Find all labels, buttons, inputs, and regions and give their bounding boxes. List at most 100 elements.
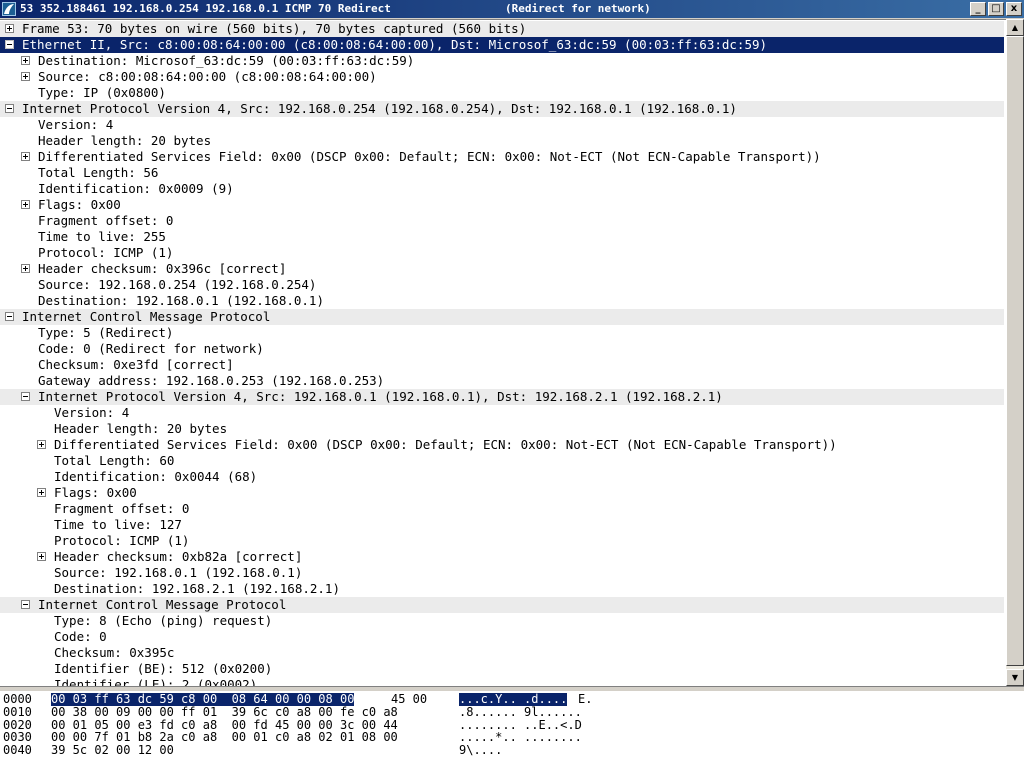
collapse-icon[interactable] [5, 104, 14, 113]
tree-row-label: Differentiated Services Field: 0x00 (DSC… [38, 149, 821, 164]
tree-row[interactable]: Header checksum: 0x396c [correct] [0, 261, 1004, 277]
scroll-up-button[interactable]: ▲ [1006, 19, 1024, 36]
tree-row[interactable]: Identification: 0x0044 (68) [0, 469, 1004, 485]
expand-icon[interactable] [37, 440, 46, 449]
tree-row-label: Header checksum: 0xb82a [correct] [54, 549, 303, 564]
tree-row[interactable]: Type: IP (0x0800) [0, 85, 1004, 101]
collapse-icon[interactable] [5, 40, 14, 49]
tree-row[interactable]: Internet Control Message Protocol [0, 597, 1004, 613]
tree-row[interactable]: Internet Protocol Version 4, Src: 192.16… [0, 389, 1004, 405]
tree-row-label: Checksum: 0x395c [54, 645, 175, 660]
tree-row[interactable]: Fragment offset: 0 [0, 501, 1004, 517]
tree-row-label: Type: IP (0x0800) [38, 85, 166, 100]
tree-row-label: Identification: 0x0044 (68) [54, 469, 258, 484]
tree-row[interactable]: Source: c8:00:08:64:00:00 (c8:00:08:64:0… [0, 69, 1004, 85]
tree-row-label: Ethernet II, Src: c8:00:08:64:00:00 (c8:… [22, 37, 768, 52]
hex-bytes: 00 38 00 09 00 00 ff 01 39 6c c0 a8 00 f… [51, 704, 398, 719]
tree-row-label: Flags: 0x00 [54, 485, 137, 500]
tree-row-label: Destination: 192.168.0.1 (192.168.0.1) [38, 293, 324, 308]
tree-row-label: Source: 192.168.0.1 (192.168.0.1) [54, 565, 303, 580]
tree-row[interactable]: Flags: 0x00 [0, 197, 1004, 213]
scroll-down-button[interactable]: ▼ [1006, 669, 1024, 686]
tree-row-label: Header checksum: 0x396c [correct] [38, 261, 287, 276]
tree-scrollbar[interactable]: ▲ ▼ [1006, 19, 1024, 686]
tree-row-label: Type: 5 (Redirect) [38, 325, 174, 340]
maximize-button[interactable]: □ [988, 2, 1004, 16]
tree-row[interactable]: Version: 4 [0, 117, 1004, 133]
tree-row[interactable]: Source: 192.168.0.254 (192.168.0.254) [0, 277, 1004, 293]
tree-row[interactable]: Identifier (LE): 2 (0x0002) [0, 677, 1004, 686]
tree-row-label: Identifier (BE): 512 (0x0200) [54, 661, 273, 676]
tree-row[interactable]: Code: 0 [0, 629, 1004, 645]
tree-row[interactable]: Frame 53: 70 bytes on wire (560 bits), 7… [0, 21, 1004, 37]
tree-row[interactable]: Source: 192.168.0.1 (192.168.0.1) [0, 565, 1004, 581]
tree-row-label: Source: 192.168.0.254 (192.168.0.254) [38, 277, 317, 292]
tree-row-label: Internet Control Message Protocol [38, 597, 287, 612]
tree-row-label: Code: 0 (Redirect for network) [38, 341, 264, 356]
tree-row[interactable]: Gateway address: 192.168.0.253 (192.168.… [0, 373, 1004, 389]
tree-row[interactable]: Protocol: ICMP (1) [0, 533, 1004, 549]
expand-icon[interactable] [21, 72, 30, 81]
tree-row-label: Header length: 20 bytes [54, 421, 228, 436]
wireshark-fin-icon [2, 2, 16, 16]
ascii-bytes: 9\.... [459, 743, 503, 758]
tree-row-label: Differentiated Services Field: 0x00 (DSC… [54, 437, 837, 452]
tree-row-label: Frame 53: 70 bytes on wire (560 bits), 7… [22, 21, 527, 36]
tree-row[interactable]: Internet Protocol Version 4, Src: 192.16… [0, 101, 1004, 117]
tree-row-label: Internet Protocol Version 4, Src: 192.16… [22, 101, 737, 116]
tree-row[interactable]: Type: 8 (Echo (ping) request) [0, 613, 1004, 629]
tree-row[interactable]: Differentiated Services Field: 0x00 (DSC… [0, 149, 1004, 165]
tree-row[interactable]: Differentiated Services Field: 0x00 (DSC… [0, 437, 1004, 453]
tree-row-label: Code: 0 [54, 629, 107, 644]
hex-row[interactable]: 0040 39 5c 02 00 12 00 9\.... [0, 744, 1024, 757]
tree-row-label: Identifier (LE): 2 (0x0002) [54, 677, 258, 686]
expand-icon[interactable] [37, 488, 46, 497]
collapse-icon[interactable] [21, 600, 30, 609]
collapse-icon[interactable] [21, 392, 30, 401]
tree-row[interactable]: Total Length: 56 [0, 165, 1004, 181]
tree-row[interactable]: Destination: 192.168.0.1 (192.168.0.1) [0, 293, 1004, 309]
tree-row-label: Time to live: 255 [38, 229, 166, 244]
tree-row[interactable]: Time to live: 255 [0, 229, 1004, 245]
expand-icon[interactable] [21, 56, 30, 65]
expand-icon[interactable] [21, 200, 30, 209]
window-title: 53 352.188461 192.168.0.254 192.168.0.1 … [20, 2, 391, 15]
tree-row[interactable]: Flags: 0x00 [0, 485, 1004, 501]
expand-icon[interactable] [5, 24, 14, 33]
scroll-thumb[interactable] [1006, 36, 1024, 666]
expand-icon[interactable] [21, 152, 30, 161]
tree-row-label: Header length: 20 bytes [38, 133, 212, 148]
tree-row-label: Destination: Microsof_63:dc:59 (00:03:ff… [38, 53, 415, 68]
expand-icon[interactable] [21, 264, 30, 273]
tree-row[interactable]: Checksum: 0xe3fd [correct] [0, 357, 1004, 373]
tree-row[interactable]: Identification: 0x0009 (9) [0, 181, 1004, 197]
title-bar[interactable]: 53 352.188461 192.168.0.254 192.168.0.1 … [0, 0, 1024, 18]
tree-row[interactable]: Time to live: 127 [0, 517, 1004, 533]
tree-row[interactable]: Header length: 20 bytes [0, 421, 1004, 437]
close-button[interactable]: x [1006, 2, 1022, 16]
tree-row[interactable]: Internet Control Message Protocol [0, 309, 1004, 325]
tree-row-label: Total Length: 60 [54, 453, 175, 468]
tree-row-label: Protocol: ICMP (1) [54, 533, 190, 548]
packet-details-tree[interactable]: Frame 53: 70 bytes on wire (560 bits), 7… [0, 19, 1006, 686]
tree-row[interactable]: Total Length: 60 [0, 453, 1004, 469]
expand-icon[interactable] [37, 552, 46, 561]
tree-row[interactable]: Type: 5 (Redirect) [0, 325, 1004, 341]
collapse-icon[interactable] [5, 312, 14, 321]
tree-row[interactable]: Version: 4 [0, 405, 1004, 421]
tree-row[interactable]: Identifier (BE): 512 (0x0200) [0, 661, 1004, 677]
hex-offset: 0040 [3, 743, 32, 758]
tree-row[interactable]: Fragment offset: 0 [0, 213, 1004, 229]
hex-row[interactable]: 0010 00 38 00 09 00 00 ff 01 39 6c c0 a8 … [0, 704, 1024, 719]
packet-bytes-pane[interactable]: 0000 00 03 ff 63 dc 59 c8 00 08 64 00 00 … [0, 691, 1024, 768]
tree-row[interactable]: Header checksum: 0xb82a [correct] [0, 549, 1004, 565]
tree-row-label: Fragment offset: 0 [54, 501, 190, 516]
tree-row[interactable]: Protocol: ICMP (1) [0, 245, 1004, 261]
tree-row[interactable]: Ethernet II, Src: c8:00:08:64:00:00 (c8:… [0, 37, 1004, 53]
minimize-button[interactable]: _ [970, 2, 986, 16]
tree-row[interactable]: Code: 0 (Redirect for network) [0, 341, 1004, 357]
tree-row[interactable]: Destination: 192.168.2.1 (192.168.2.1) [0, 581, 1004, 597]
tree-row[interactable]: Checksum: 0x395c [0, 645, 1004, 661]
tree-row[interactable]: Header length: 20 bytes [0, 133, 1004, 149]
tree-row[interactable]: Destination: Microsof_63:dc:59 (00:03:ff… [0, 53, 1004, 69]
